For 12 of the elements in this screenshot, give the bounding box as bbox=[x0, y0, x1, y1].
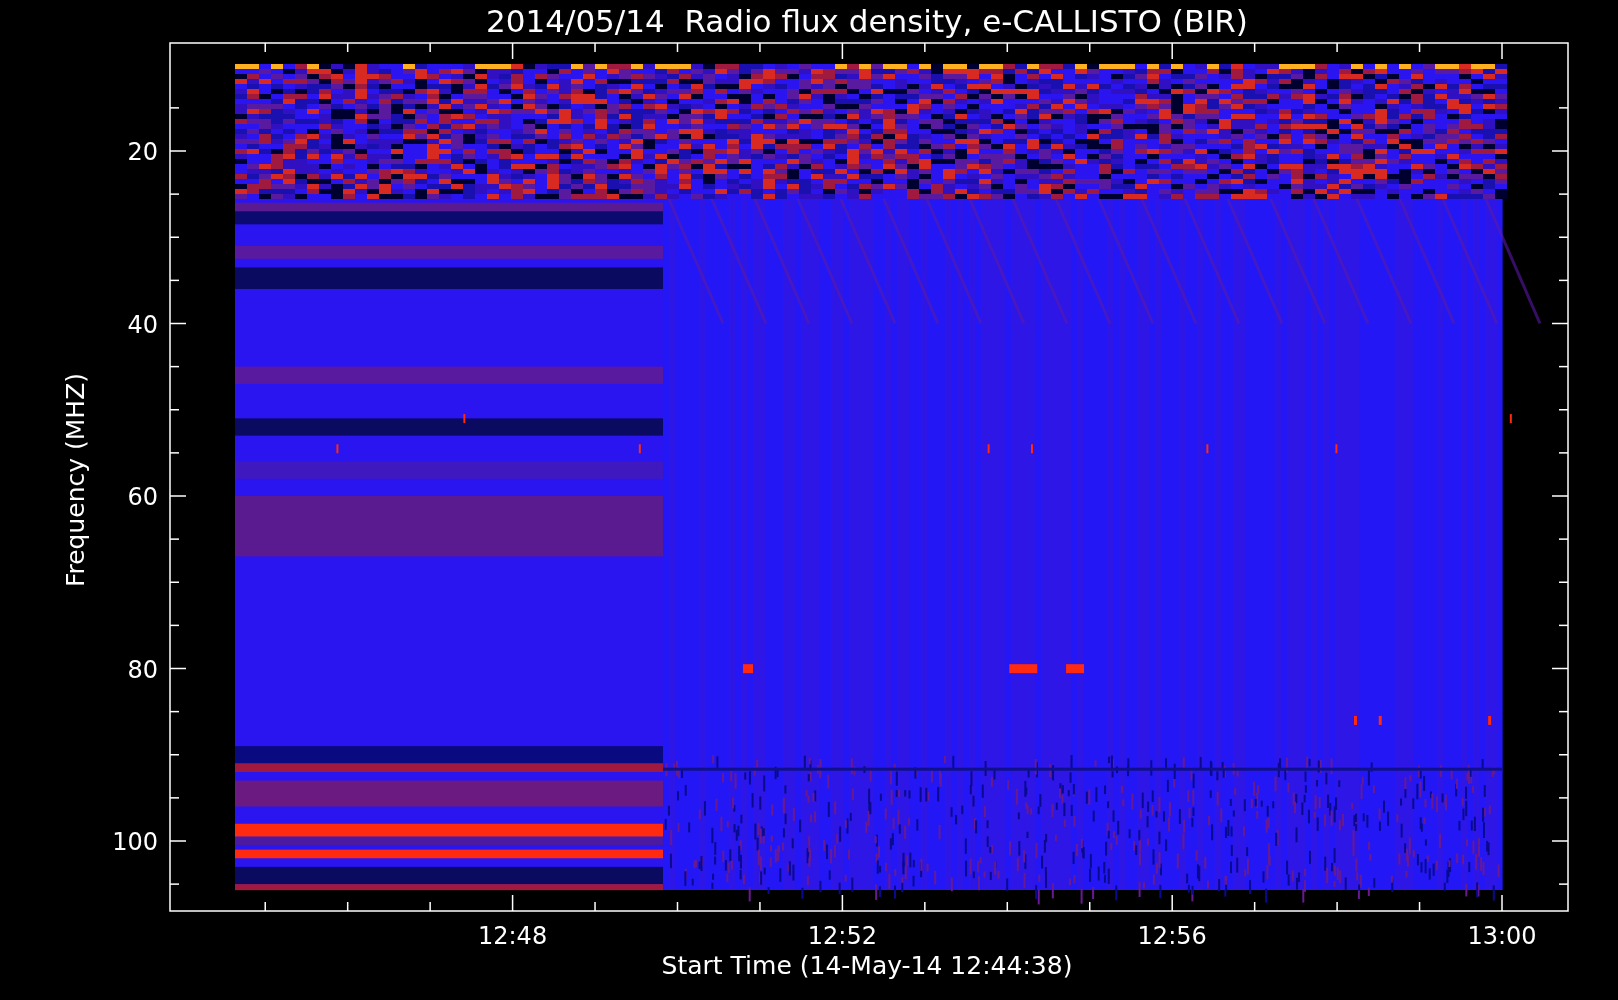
tick-label: 12:52 bbox=[807, 922, 877, 950]
tick-label: 80 bbox=[127, 655, 158, 684]
axis-label: Frequency (MHZ) bbox=[61, 372, 90, 588]
tick-label: 20 bbox=[127, 138, 158, 166]
chart-title: 2014/05/14 Radio flux density, e-CALLISTO (BIR) bbox=[486, 3, 1248, 39]
tick-label: 13:00 bbox=[1467, 922, 1537, 950]
tick-label: 100 bbox=[112, 828, 158, 856]
tick-label: 40 bbox=[127, 310, 158, 339]
axis-label: Start Time (14-May-14 12:44:38) bbox=[661, 951, 1073, 980]
tick-label: 12:56 bbox=[1137, 922, 1207, 950]
tick-label: 60 bbox=[127, 483, 158, 511]
tick-label: 12:48 bbox=[478, 922, 548, 950]
